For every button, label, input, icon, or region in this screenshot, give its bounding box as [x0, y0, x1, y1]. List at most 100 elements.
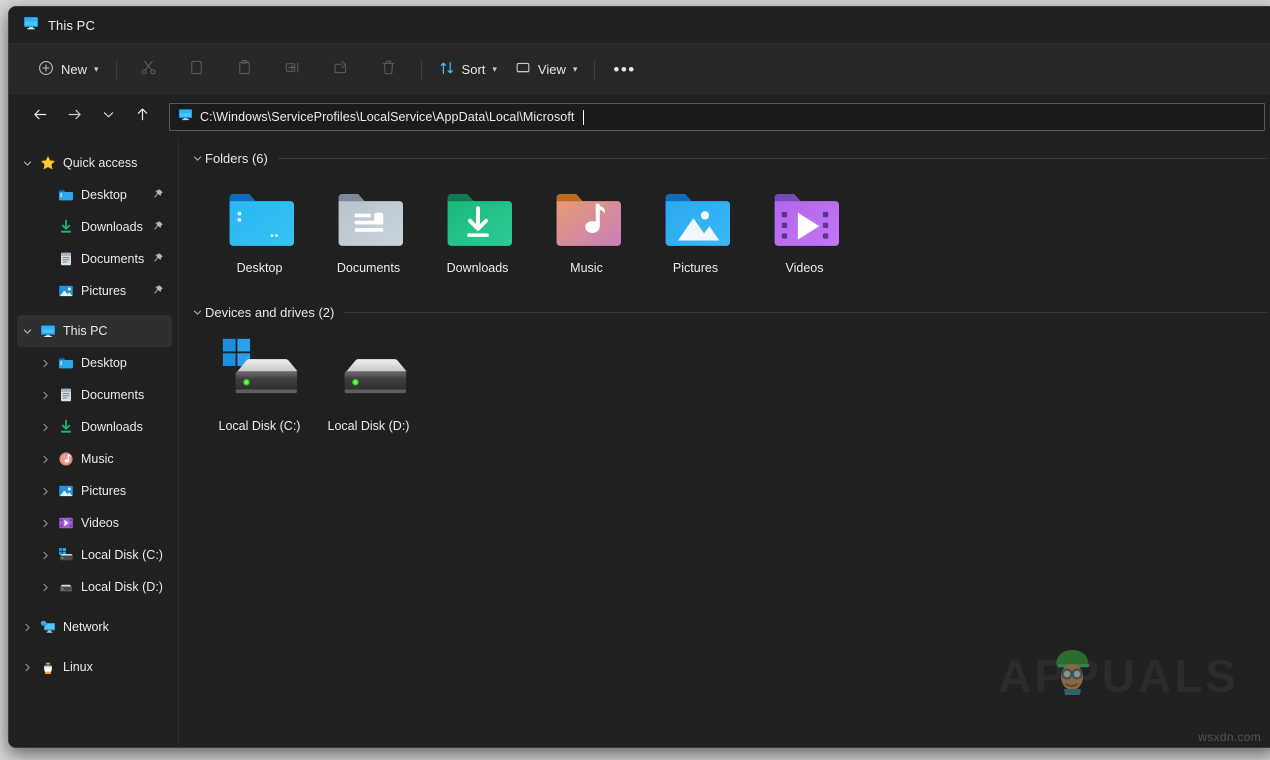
sidebar-item-videos[interactable]: Videos	[17, 507, 172, 539]
appuals-watermark: APPUALS	[998, 649, 1239, 703]
cut-icon-button[interactable]	[129, 54, 169, 86]
toolbar-divider-3	[594, 59, 596, 80]
sort-button[interactable]: Sort ▾	[430, 54, 506, 86]
downloads-folder-icon	[444, 181, 512, 257]
back-button[interactable]	[23, 102, 57, 132]
sidebar-item-label: Music	[81, 452, 114, 466]
rename-icon-button[interactable]	[273, 54, 313, 86]
new-button[interactable]: New ▾	[29, 54, 108, 86]
folder-tile-videos[interactable]: Videos	[750, 175, 859, 293]
documents-folder-icon	[55, 251, 77, 267]
sidebar-item-local-disk-c[interactable]: Local Disk (C:)	[17, 539, 172, 571]
sidebar-item-linux[interactable]: Linux	[17, 651, 172, 683]
group-header-folders[interactable]: Folders (6)	[187, 145, 1270, 171]
chevron-right-icon[interactable]	[17, 611, 37, 643]
chevron-right-icon[interactable]	[35, 507, 55, 539]
folder-tile-desktop[interactable]: Desktop	[205, 175, 314, 293]
share-icon	[332, 59, 349, 81]
folder-tile-pictures[interactable]: Pictures	[641, 175, 750, 293]
file-list-pane[interactable]: Folders (6) Desktop Documents Downloads …	[179, 139, 1270, 747]
desktop-folder-icon	[55, 187, 77, 203]
sidebar-item-desktop[interactable]: Desktop	[17, 179, 172, 211]
pin-icon[interactable]	[151, 220, 164, 238]
chevron-right-icon[interactable]	[35, 539, 55, 571]
address-input[interactable]: C:\Windows\ServiceProfiles\LocalService\…	[200, 110, 575, 124]
music-circle-icon	[55, 451, 77, 467]
sidebar-item-desktop[interactable]: Desktop	[17, 347, 172, 379]
tile-label: Desktop	[236, 261, 283, 275]
view-button-label: View	[537, 62, 566, 77]
chevron-right-icon[interactable]	[35, 347, 55, 379]
sidebar-item-pictures[interactable]: Pictures	[17, 475, 172, 507]
chevron-down-icon[interactable]	[17, 147, 37, 179]
drive-tile-local-disk-d[interactable]: Local Disk (D:)	[314, 329, 423, 451]
view-button[interactable]: View ▾	[506, 54, 586, 86]
folder-tile-music[interactable]: Music	[532, 175, 641, 293]
desktop-folder-icon	[55, 355, 77, 371]
command-bar: New ▾ Sort ▾ View ▾ •••	[9, 43, 1270, 95]
this-pc-monitor-icon	[23, 15, 39, 36]
sidebar-item-label: Desktop	[81, 356, 127, 370]
appuals-mascot-icon	[1044, 643, 1102, 712]
chevron-right-icon[interactable]	[35, 379, 55, 411]
sidebar-item-this-pc[interactable]: This PC	[17, 315, 172, 347]
chevron-down-icon[interactable]	[189, 153, 205, 164]
sidebar-item-label: Pictures	[81, 484, 127, 498]
sidebar-item-downloads[interactable]: Downloads	[17, 411, 172, 443]
arrow-left-icon	[32, 106, 49, 128]
address-bar[interactable]: C:\Windows\ServiceProfiles\LocalService\…	[169, 103, 1265, 131]
sidebar-item-documents[interactable]: Documents	[17, 243, 172, 275]
sidebar-item-music[interactable]: Music	[17, 443, 172, 475]
rename-icon	[284, 59, 301, 81]
twisty-placeholder	[35, 211, 55, 243]
this-pc-monitor-icon	[37, 323, 59, 339]
downloads-folder-icon	[55, 419, 77, 435]
folder-tile-documents[interactable]: Documents	[314, 175, 423, 293]
recent-locations-button[interactable]	[91, 102, 125, 132]
tile-label: Pictures	[672, 261, 719, 275]
share-icon-button[interactable]	[321, 54, 361, 86]
sidebar-item-quick-access[interactable]: Quick access	[17, 147, 172, 179]
chevron-right-icon[interactable]	[35, 571, 55, 603]
new-button-label: New	[61, 62, 88, 77]
paste-icon-button[interactable]	[225, 54, 265, 86]
pin-icon[interactable]	[151, 252, 164, 270]
forward-button[interactable]	[57, 102, 91, 132]
chevron-down-icon[interactable]	[17, 315, 37, 347]
documents-folder-icon	[335, 181, 403, 257]
navigation-pane[interactable]: Quick access Desktop Downloads Documents Pic…	[9, 139, 179, 747]
chevron-right-icon[interactable]	[35, 443, 55, 475]
tile-label: Local Disk (C:)	[218, 419, 301, 433]
sidebar-item-label: Downloads	[81, 420, 143, 434]
tile-label: Documents	[336, 261, 401, 275]
folder-tile-downloads[interactable]: Downloads	[423, 175, 532, 293]
downloads-folder-icon	[55, 219, 77, 235]
group-header-rule	[277, 157, 1267, 159]
copy-icon-button[interactable]	[177, 54, 217, 86]
chevron-right-icon[interactable]	[35, 411, 55, 443]
tile-label: Downloads	[446, 261, 509, 275]
group-header-drives[interactable]: Devices and drives (2)	[187, 299, 1270, 325]
delete-icon-button[interactable]	[369, 54, 409, 86]
sidebar-item-downloads[interactable]: Downloads	[17, 211, 172, 243]
arrow-right-icon	[66, 106, 83, 128]
pictures-folder-icon	[662, 181, 730, 257]
chevron-down-icon[interactable]	[189, 307, 205, 318]
linux-penguin-icon	[37, 659, 59, 675]
documents-folder-icon	[55, 387, 77, 403]
chevron-down-icon: ▾	[492, 64, 497, 74]
sidebar-item-network[interactable]: Network	[17, 611, 172, 643]
pin-icon[interactable]	[151, 284, 164, 302]
chevron-right-icon[interactable]	[35, 475, 55, 507]
sidebar-item-pictures[interactable]: Pictures	[17, 275, 172, 307]
sidebar-item-documents[interactable]: Documents	[17, 379, 172, 411]
pin-icon[interactable]	[151, 188, 164, 206]
chevron-right-icon[interactable]	[17, 651, 37, 683]
chevron-down-icon: ▾	[94, 64, 99, 74]
arrow-up-icon	[134, 106, 151, 128]
see-more-button[interactable]: •••	[603, 54, 645, 86]
sidebar-item-local-disk-d[interactable]: Local Disk (D:)	[17, 571, 172, 603]
drive-icon	[55, 579, 77, 595]
up-button[interactable]	[125, 102, 159, 132]
drive-tile-local-disk-c[interactable]: Local Disk (C:)	[205, 329, 314, 451]
